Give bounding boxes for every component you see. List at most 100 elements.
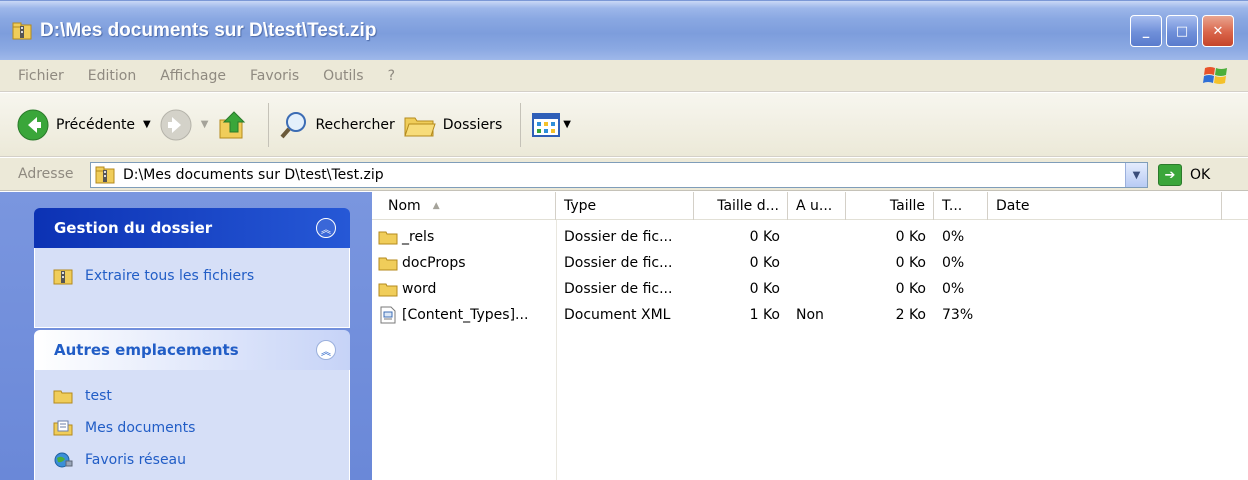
place-network[interactable]: Favoris réseau xyxy=(53,444,331,476)
file-password: Non xyxy=(796,307,824,323)
column-header-type[interactable]: Type xyxy=(556,191,694,220)
title-bar[interactable]: D:\Mes documents sur D\test\Test.zip _ □… xyxy=(0,0,1248,60)
minimize-button[interactable]: _ xyxy=(1130,15,1162,47)
my-documents-icon xyxy=(53,420,73,436)
close-button[interactable]: ✕ xyxy=(1202,15,1234,47)
folders-button[interactable]: Dossiers xyxy=(403,103,503,147)
task-pane: Gestion du dossier ︽ Extraire tous les f… xyxy=(0,192,372,480)
file-type: Dossier de fic... xyxy=(564,281,673,297)
other-places-body: test Mes documents Favoris réseau xyxy=(34,370,350,480)
folders-icon xyxy=(404,117,436,136)
back-arrow-icon xyxy=(17,109,49,140)
table-row[interactable]: word Dossier de fic... 0 Ko 0 Ko 0% xyxy=(372,276,1248,302)
views-dropdown-icon[interactable]: ▼ xyxy=(563,119,571,130)
zip-folder-icon xyxy=(12,22,32,39)
folder-tasks-title: Gestion du dossier xyxy=(54,219,213,237)
forward-button[interactable]: ▼ xyxy=(159,103,209,147)
toolbar-separator xyxy=(520,102,522,147)
go-label: OK xyxy=(1190,167,1211,183)
place-label: Favoris réseau xyxy=(85,452,187,468)
file-ratio: 0% xyxy=(942,255,965,271)
sort-ascending-icon: ▲ xyxy=(432,200,440,211)
file-packed-size: 1 Ko xyxy=(749,307,780,323)
file-size: 0 Ko xyxy=(895,229,926,245)
column-header-date[interactable]: Date xyxy=(988,191,1222,220)
other-places-title: Autres emplacements xyxy=(54,341,239,359)
place-my-documents[interactable]: Mes documents xyxy=(53,412,331,444)
file-type: Document XML xyxy=(564,307,671,323)
folder-up-icon xyxy=(219,110,246,138)
menu-outils[interactable]: Outils xyxy=(323,68,363,84)
table-row[interactable]: docProps Dossier de fic... 0 Ko 0 Ko 0% xyxy=(372,250,1248,276)
views-icon xyxy=(532,112,561,137)
go-arrow-icon: ➔ xyxy=(1158,164,1182,186)
maximize-button[interactable]: □ xyxy=(1166,15,1198,47)
folder-icon xyxy=(378,283,398,297)
file-type: Dossier de fic... xyxy=(564,229,673,245)
menu-favoris[interactable]: Favoris xyxy=(250,68,299,84)
address-value: D:\Mes documents sur D\test\Test.zip xyxy=(123,167,384,183)
menu-help[interactable]: ? xyxy=(388,68,395,84)
folder-tasks-header[interactable]: Gestion du dossier ︽ xyxy=(34,208,350,248)
file-ratio: 0% xyxy=(942,281,965,297)
window-title: D:\Mes documents sur D\test\Test.zip xyxy=(40,19,377,41)
file-packed-size: 0 Ko xyxy=(749,281,780,297)
address-dropdown-icon[interactable]: ▼ xyxy=(1125,163,1147,187)
file-size: 0 Ko xyxy=(895,255,926,271)
table-row[interactable]: _rels Dossier de fic... 0 Ko 0 Ko 0% xyxy=(372,224,1248,250)
file-name: word xyxy=(402,281,437,297)
file-name: [Content_Types]... xyxy=(402,307,529,323)
place-test[interactable]: test xyxy=(53,380,331,412)
address-label: Adresse xyxy=(18,166,74,182)
file-size: 0 Ko xyxy=(895,281,926,297)
collapse-chevron-icon[interactable]: ︽ xyxy=(316,218,336,238)
file-name: _rels xyxy=(402,229,435,245)
other-places-header[interactable]: Autres emplacements ︽ xyxy=(34,330,350,370)
table-row[interactable]: [Content_Types]... Document XML 1 Ko Non… xyxy=(372,302,1248,328)
views-button[interactable]: ▼ xyxy=(531,103,571,147)
file-packed-size: 0 Ko xyxy=(749,229,780,245)
file-name: docProps xyxy=(402,255,466,271)
toolbar-separator xyxy=(268,102,270,147)
task-extract-all[interactable]: Extraire tous les fichiers xyxy=(53,260,331,292)
close-icon: ✕ xyxy=(1212,23,1224,39)
menu-affichage[interactable]: Affichage xyxy=(160,68,226,84)
file-type: Dossier de fic... xyxy=(564,255,673,271)
column-headers: Nom ▲ Type Taille d... A u... Taille T..… xyxy=(372,191,1248,220)
search-icon xyxy=(280,111,307,138)
address-field[interactable]: D:\Mes documents sur D\test\Test.zip ▼ xyxy=(90,162,1148,188)
zip-folder-icon xyxy=(95,166,115,184)
collapse-chevron-icon[interactable]: ︽ xyxy=(316,340,336,360)
menu-fichier[interactable]: Fichier xyxy=(18,68,64,84)
xml-file-icon xyxy=(380,306,396,324)
zip-folder-icon xyxy=(53,269,73,285)
column-header-password[interactable]: A u... xyxy=(788,191,846,220)
file-ratio: 73% xyxy=(942,307,974,323)
column-header-name[interactable]: Nom ▲ xyxy=(372,191,556,220)
network-places-icon xyxy=(54,452,73,468)
menu-edition[interactable]: Edition xyxy=(88,68,136,84)
folder-tasks-body: Extraire tous les fichiers xyxy=(34,248,350,328)
place-label: Mes documents xyxy=(85,420,196,436)
search-button[interactable]: Rechercher xyxy=(279,103,395,147)
up-folder-button[interactable] xyxy=(216,103,250,147)
folder-icon xyxy=(53,390,73,404)
maximize-icon: □ xyxy=(1175,23,1189,39)
back-dropdown-icon[interactable]: ▼ xyxy=(143,119,151,130)
back-button[interactable]: Précédente ▼ xyxy=(16,103,151,147)
column-header-packed-size[interactable]: Taille d... xyxy=(694,191,788,220)
forward-dropdown-icon[interactable]: ▼ xyxy=(201,119,209,130)
address-bar: Adresse D:\Mes documents sur D\test\Test… xyxy=(0,158,1248,191)
menu-bar: Fichier Edition Affichage Favoris Outils… xyxy=(0,60,1248,92)
column-header-size[interactable]: Taille xyxy=(846,191,934,220)
other-places-panel: Autres emplacements ︽ test Mes documents xyxy=(34,330,350,480)
column-header-ratio[interactable]: T... xyxy=(934,191,988,220)
folder-tasks-panel: Gestion du dossier ︽ Extraire tous les f… xyxy=(34,208,350,328)
folders-label: Dossiers xyxy=(442,116,503,133)
folder-icon xyxy=(378,231,398,245)
file-size: 2 Ko xyxy=(895,307,926,323)
task-label: Extraire tous les fichiers xyxy=(85,268,255,284)
go-button[interactable]: ➔ OK xyxy=(1158,162,1210,188)
back-label: Précédente xyxy=(56,116,136,133)
file-list: Nom ▲ Type Taille d... A u... Taille T..… xyxy=(372,191,1248,480)
